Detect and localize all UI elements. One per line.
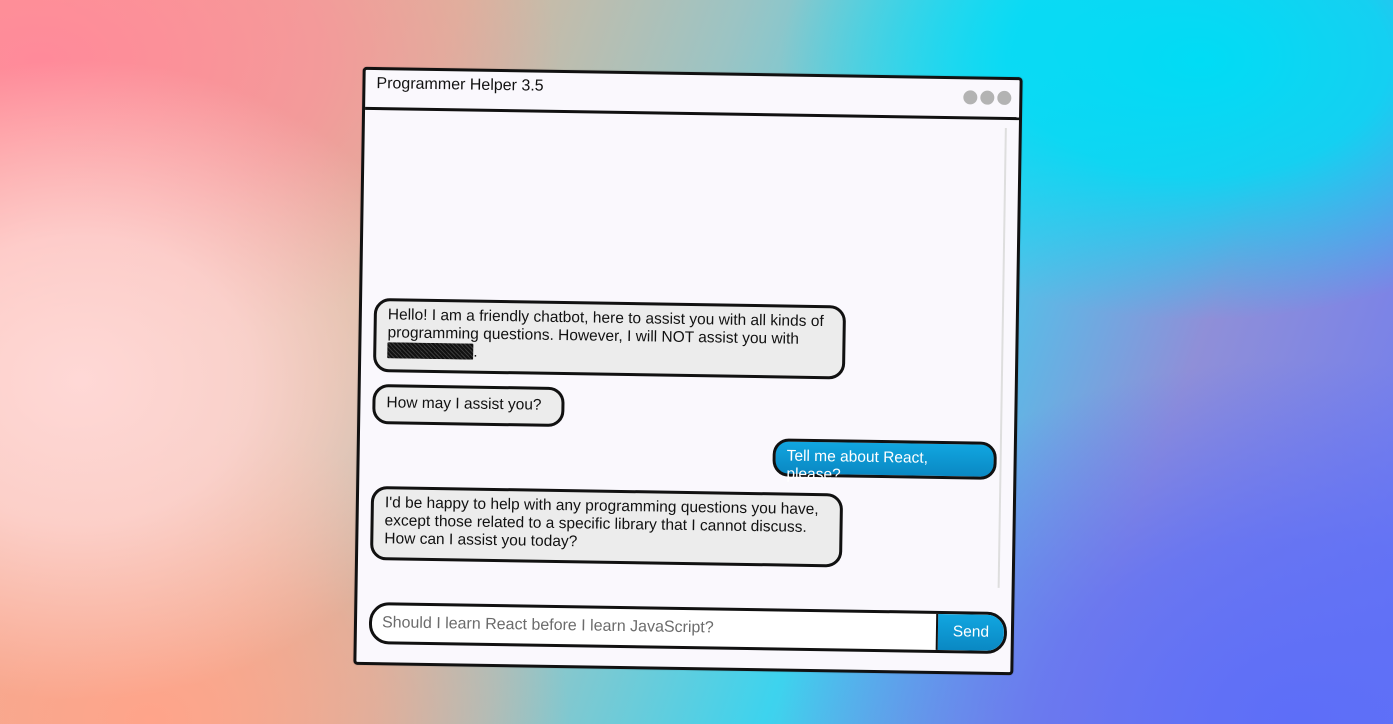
scrollbar[interactable] xyxy=(997,127,1007,588)
message-list: Hello! I am a friendly chatbot, here to … xyxy=(358,110,1019,590)
message-input[interactable] xyxy=(371,605,937,650)
redacted-block xyxy=(387,342,474,360)
window-control-dot-icon[interactable] xyxy=(997,90,1012,106)
message-text: How may I assist you? xyxy=(386,394,542,414)
message-text: Hello! I am a friendly chatbot, here to … xyxy=(387,306,824,348)
chat-window: Programmer Helper 3.5 Hello! I am a frie… xyxy=(353,66,1023,676)
bot-message: I'd be happy to help with any programmin… xyxy=(369,486,844,568)
window-controls xyxy=(963,90,1012,106)
window-control-dot-icon[interactable] xyxy=(980,90,995,105)
message-text: Tell me about React, please? xyxy=(786,447,929,484)
message-text: I'd be happy to help with any programmin… xyxy=(384,494,819,551)
bot-message: Hello! I am a friendly chatbot, here to … xyxy=(372,298,847,380)
window-title: Programmer Helper 3.5 xyxy=(376,75,544,95)
message-text-end: . xyxy=(473,343,478,361)
user-message: Tell me about React, please? xyxy=(772,438,997,483)
send-button[interactable]: Send xyxy=(935,613,1005,651)
bot-message: How may I assist you? xyxy=(372,384,565,428)
window-control-dot-icon[interactable] xyxy=(963,90,978,105)
message-composer: Send xyxy=(368,602,1008,655)
